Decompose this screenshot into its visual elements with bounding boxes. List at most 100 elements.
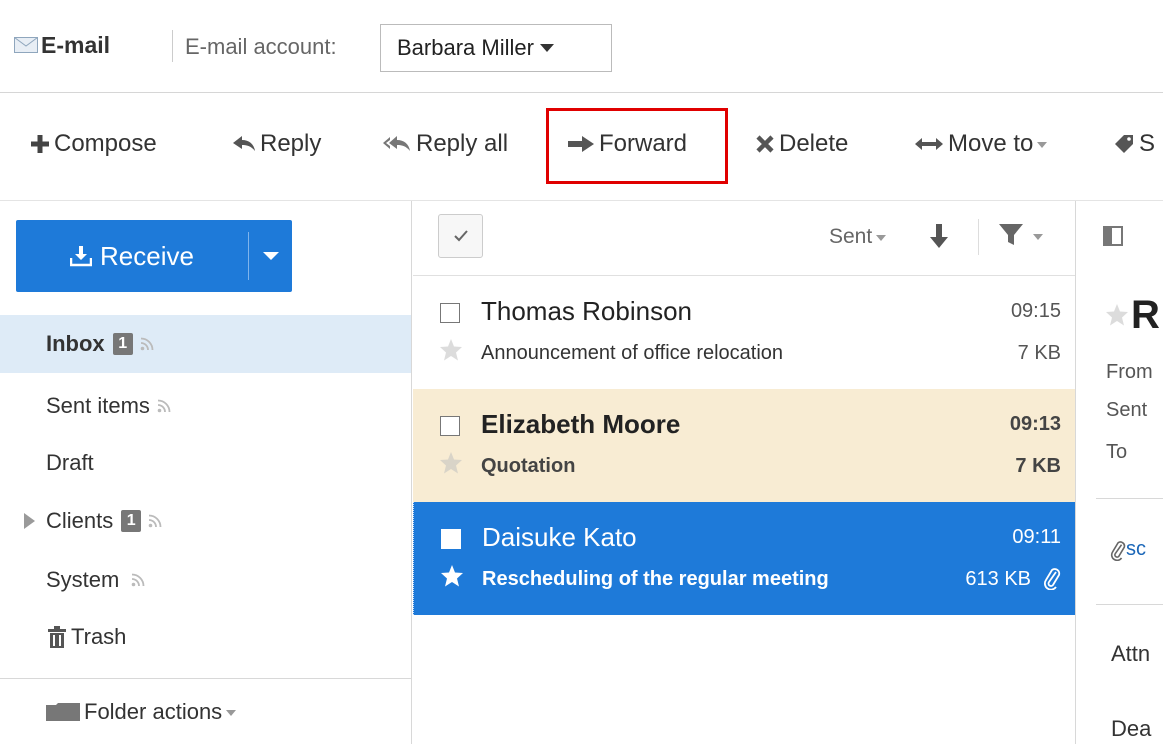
sort-by-label: Sent	[829, 225, 873, 248]
folder-sent-items-label: Sent items	[46, 393, 150, 418]
list-toolbar-divider	[978, 219, 979, 255]
message-time: 09:11	[1012, 526, 1061, 548]
message-sender: Thomas Robinson	[481, 296, 692, 326]
reply-all-button[interactable]: Reply all	[382, 124, 508, 164]
delete-button[interactable]: Delete	[755, 124, 848, 164]
message-sender: Elizabeth Moore	[481, 409, 681, 439]
account-label: E-mail account:	[185, 34, 337, 59]
folder-trash[interactable]: Trash	[0, 608, 411, 666]
chevron-down-icon	[1037, 142, 1048, 148]
reply-all-label: Reply all	[416, 130, 509, 157]
folder-icon	[46, 703, 80, 721]
message-checkbox[interactable]	[440, 303, 460, 323]
folder-system[interactable]: System	[0, 551, 411, 609]
preview-sent-label: Sent	[1106, 399, 1148, 421]
account-select[interactable]: Barbara Miller	[380, 24, 612, 72]
sort-by-dropdown[interactable]: Sent	[829, 225, 887, 249]
header-divider	[172, 30, 173, 62]
message-row[interactable]: Elizabeth Moore 09:13 Quotation 7 KB	[413, 389, 1075, 502]
folder-system-label: System	[46, 567, 120, 592]
preview-divider	[1096, 604, 1163, 605]
message-subject: Quotation	[481, 455, 576, 477]
compose-label: Compose	[54, 130, 157, 157]
header: E-mail E-mail account: Barbara Miller	[0, 0, 1163, 93]
preview-attachment-name: sc	[1126, 538, 1146, 560]
tag-icon	[1115, 135, 1133, 153]
receive-label: Receive	[100, 240, 194, 271]
envelope-icon	[14, 37, 38, 53]
message-size: 7 KB	[1017, 342, 1061, 364]
star-icon[interactable]	[439, 451, 463, 474]
chevron-down-icon	[226, 710, 237, 716]
preview-body-text: Attn	[1111, 641, 1151, 666]
account-select-value: Barbara Miller	[397, 35, 534, 60]
message-size: 613 KB	[965, 568, 1031, 590]
move-arrows-icon	[915, 138, 943, 150]
message-subject: Rescheduling of the regular meeting	[482, 568, 829, 590]
forward-highlight-box	[546, 108, 728, 184]
preview-attachment-link[interactable]: sc	[1110, 538, 1146, 561]
reply-all-icon	[383, 136, 410, 151]
reply-button[interactable]: Reply	[232, 124, 321, 164]
paperclip-icon	[1044, 568, 1061, 590]
message-sender: Daisuke Kato	[482, 522, 637, 552]
folder-draft[interactable]: Draft	[0, 434, 411, 492]
star-icon[interactable]	[440, 564, 464, 587]
paperclip-icon	[1110, 540, 1126, 561]
compose-button[interactable]: Compose	[30, 124, 157, 164]
folder-sidebar: Receive Inbox 1 Sent items Draft Clients…	[0, 201, 412, 744]
preview-from-label: From	[1106, 361, 1153, 383]
label-button-text: S	[1139, 130, 1156, 157]
list-toolbar: Sent	[413, 201, 1075, 276]
rss-icon	[132, 573, 145, 587]
sort-descending-icon[interactable]	[928, 223, 950, 249]
reply-icon	[233, 136, 255, 151]
receive-button[interactable]: Receive	[16, 220, 248, 292]
app-title-text: E-mail	[41, 31, 111, 58]
rss-icon	[140, 337, 154, 351]
chevron-down-icon	[262, 252, 279, 260]
message-row-selected[interactable]: Daisuke Kato 09:11 Rescheduling of the r…	[413, 502, 1075, 615]
collapse-pane-icon[interactable]	[1103, 226, 1123, 246]
move-to-label: Move to	[948, 130, 1034, 157]
message-row[interactable]: Thomas Robinson 09:15 Announcement of of…	[413, 276, 1075, 389]
star-icon[interactable]	[1105, 303, 1129, 326]
folder-sent-items[interactable]: Sent items	[0, 377, 411, 435]
preview-to-label: To	[1106, 441, 1128, 463]
message-time: 09:13	[1009, 413, 1061, 435]
action-toolbar: Compose Reply Reply all Forward Delete M…	[0, 93, 1163, 201]
app-title[interactable]: E-mail	[14, 30, 110, 60]
message-checkbox[interactable]	[441, 529, 461, 549]
filter-icon[interactable]	[998, 223, 1024, 247]
delete-label: Delete	[779, 130, 849, 157]
expand-arrow-icon[interactable]	[24, 513, 35, 529]
receive-button-group: Receive	[16, 220, 292, 292]
plus-icon	[31, 135, 49, 153]
trash-icon	[48, 626, 66, 648]
preview-pane: R From Sent To sc Attn Dea	[1076, 201, 1163, 744]
delete-x-icon	[756, 135, 774, 153]
download-icon	[70, 246, 93, 267]
folder-actions-menu[interactable]: Folder actions	[0, 678, 411, 745]
message-time: 09:15	[1010, 300, 1061, 322]
folder-actions-label: Folder actions	[84, 699, 223, 724]
checkmark-icon	[453, 230, 468, 242]
chevron-down-icon[interactable]	[1033, 234, 1043, 240]
message-list: Sent Thomas Robinson 09:15 Announcement …	[413, 201, 1076, 744]
label-button[interactable]: S	[1113, 124, 1155, 164]
preview-body-text: Dea	[1111, 716, 1152, 741]
preview-divider	[1096, 498, 1163, 499]
rss-icon	[157, 399, 171, 413]
folder-trash-label: Trash	[71, 624, 127, 649]
star-icon[interactable]	[439, 338, 463, 361]
message-checkbox[interactable]	[440, 416, 460, 436]
rss-icon	[148, 514, 162, 528]
folder-inbox[interactable]: Inbox 1	[0, 315, 411, 373]
receive-options-dropdown[interactable]	[249, 220, 292, 292]
select-all-checkbox[interactable]	[438, 214, 483, 258]
message-size: 7 KB	[1015, 455, 1061, 477]
move-to-button[interactable]: Move to	[914, 124, 1048, 164]
preview-subject-title: R	[1131, 293, 1160, 337]
unread-count-badge: 1	[112, 333, 133, 355]
folder-clients[interactable]: Clients 1	[0, 492, 411, 550]
